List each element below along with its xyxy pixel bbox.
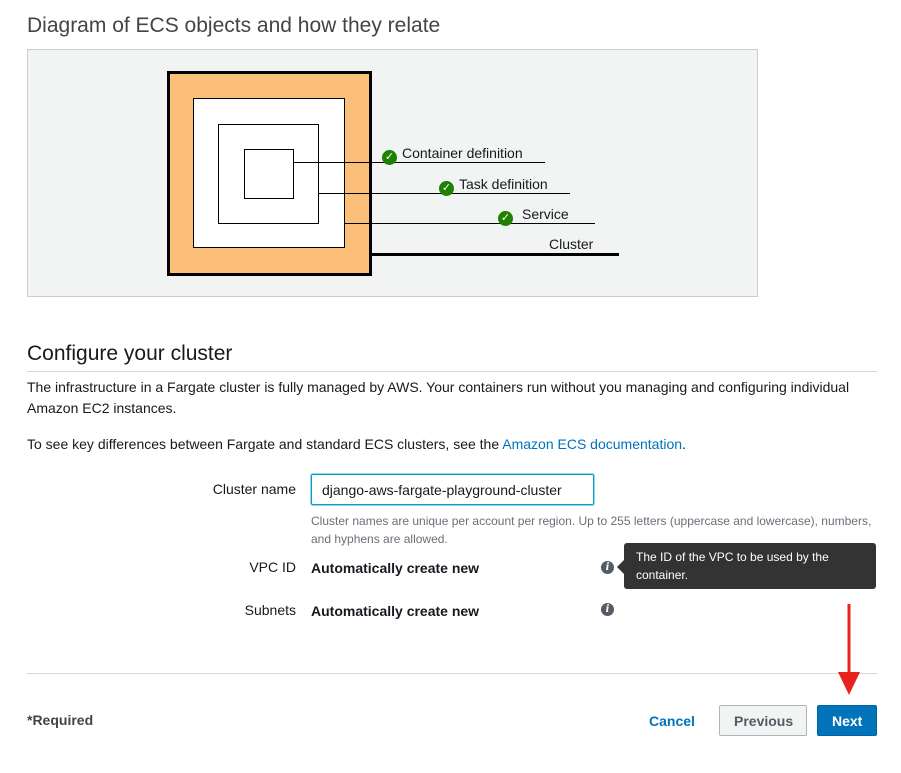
container-definition-label: ✓ Container definition <box>382 145 523 165</box>
vpc-id-label: VPC ID <box>249 559 296 575</box>
intro-text: The infrastructure in a Fargate cluster … <box>27 379 850 416</box>
ecs-docs-link[interactable]: Amazon ECS documentation <box>502 436 682 452</box>
section-divider <box>27 371 877 372</box>
check-circle-icon: ✓ <box>382 150 397 165</box>
next-button[interactable]: Next <box>817 705 877 736</box>
subnets-label: Subnets <box>244 602 296 618</box>
configure-title: Configure your cluster <box>27 342 233 365</box>
check-circle-icon: ✓ <box>498 211 513 226</box>
ecs-diagram <box>27 49 758 297</box>
subnets-value: Automatically create new <box>311 603 480 619</box>
footer-divider <box>27 673 877 674</box>
cluster-name-input[interactable] <box>311 474 594 505</box>
tooltip-arrow <box>617 560 624 574</box>
container-definition-box <box>244 149 294 199</box>
cancel-button[interactable]: Cancel <box>640 705 704 736</box>
cluster-name-label: Cluster name <box>212 481 296 497</box>
previous-button[interactable]: Previous <box>719 705 807 736</box>
vpc-info-icon[interactable]: i <box>601 561 614 574</box>
docs-text: To see key differences between Fargate a… <box>27 436 686 452</box>
check-circle-icon: ✓ <box>439 181 454 196</box>
service-label: ✓ Service <box>498 206 569 226</box>
task-definition-label: ✓ Task definition <box>439 176 548 196</box>
vpc-id-value: Automatically create new <box>311 560 480 576</box>
vpc-tooltip: The ID of the VPC to be used by the cont… <box>624 543 876 589</box>
red-arrow-icon <box>838 604 860 695</box>
cluster-label: Cluster <box>549 236 594 252</box>
subnets-info-icon[interactable]: i <box>601 603 614 616</box>
cluster-line <box>372 253 619 256</box>
diagram-title: Diagram of ECS objects and how they rela… <box>27 14 441 37</box>
required-note: *Required <box>27 712 94 728</box>
